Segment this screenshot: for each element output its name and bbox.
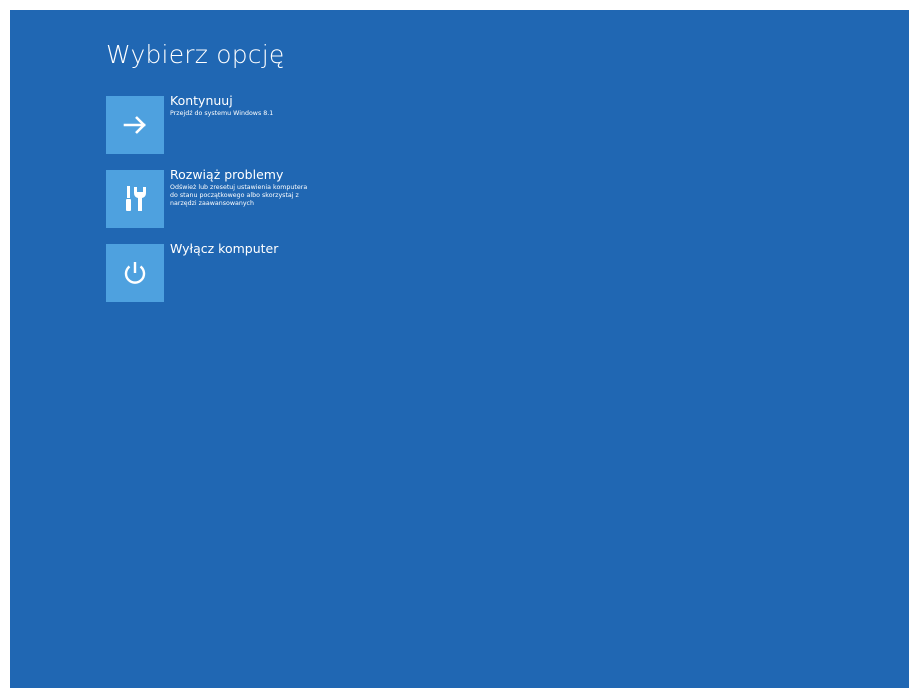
continue-label: Kontynuuj <box>170 93 233 108</box>
arrow-right-icon <box>123 116 146 134</box>
tools-icon <box>126 186 146 211</box>
turn-off-label: Wyłącz komputer <box>170 241 279 256</box>
continue-text[interactable]: Kontynuuj Przejdź do systemu Windows 8.1 <box>170 93 360 118</box>
troubleshoot-text[interactable]: Rozwiąż problemy Odśwież lub zresetuj us… <box>170 167 360 208</box>
recovery-screen: Wybierz opcję Kontynuuj Przejdź do syste… <box>10 10 909 688</box>
turn-off-tile[interactable] <box>106 244 164 302</box>
continue-tile[interactable] <box>106 96 164 154</box>
power-icon <box>124 262 146 284</box>
continue-option[interactable]: Kontynuuj Przejdź do systemu Windows 8.1 <box>106 93 366 156</box>
troubleshoot-tile[interactable] <box>106 170 164 228</box>
troubleshoot-description: Odśwież lub zresetuj ustawienia komputer… <box>170 184 308 207</box>
page-title: Wybierz opcję <box>106 40 285 69</box>
troubleshoot-option[interactable]: Rozwiąż problemy Odśwież lub zresetuj us… <box>106 167 366 230</box>
troubleshoot-label: Rozwiąż problemy <box>170 167 284 182</box>
continue-description: Przejdź do systemu Windows 8.1 <box>170 110 274 117</box>
turn-off-option[interactable]: Wyłącz komputer <box>106 241 366 304</box>
turn-off-text[interactable]: Wyłącz komputer <box>170 241 360 256</box>
